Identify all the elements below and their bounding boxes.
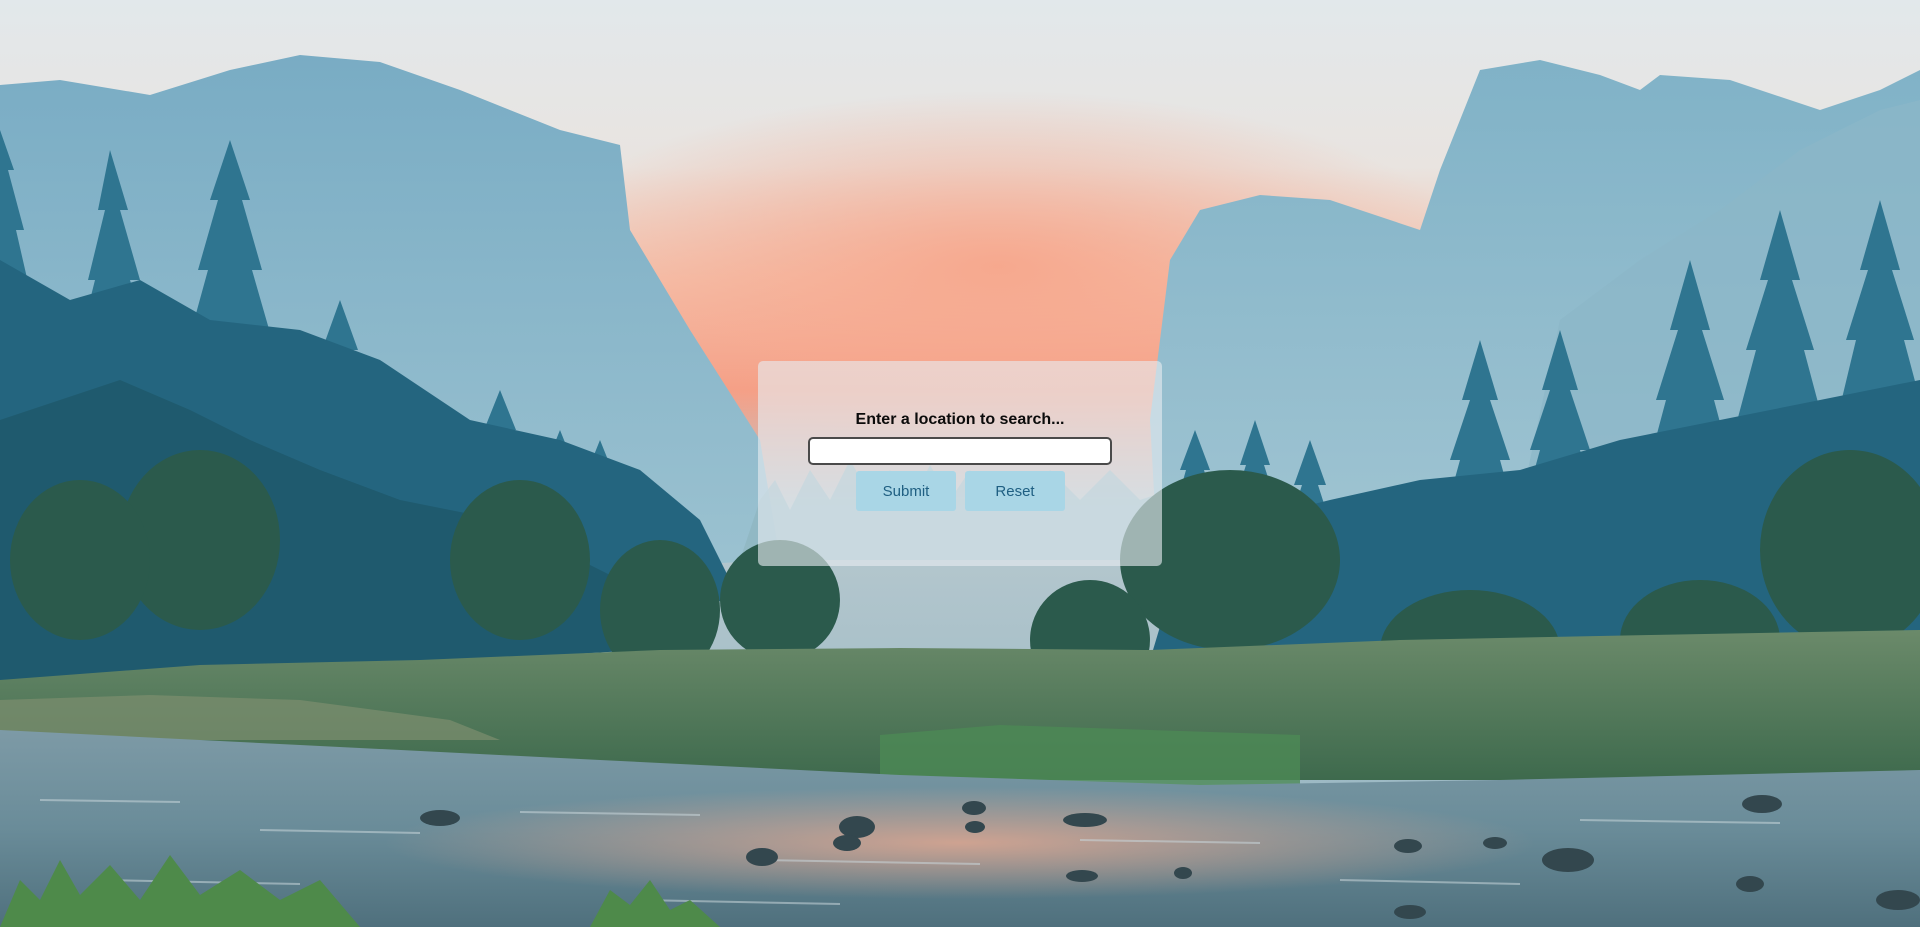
search-prompt-label: Enter a location to search... bbox=[855, 411, 1065, 428]
search-panel: Enter a location to search... Submit Res… bbox=[758, 361, 1162, 566]
location-search-input[interactable] bbox=[808, 437, 1112, 465]
submit-button[interactable]: Submit bbox=[856, 471, 956, 511]
page: Enter a location to search... Submit Res… bbox=[0, 0, 1920, 927]
reset-button[interactable]: Reset bbox=[965, 471, 1065, 511]
